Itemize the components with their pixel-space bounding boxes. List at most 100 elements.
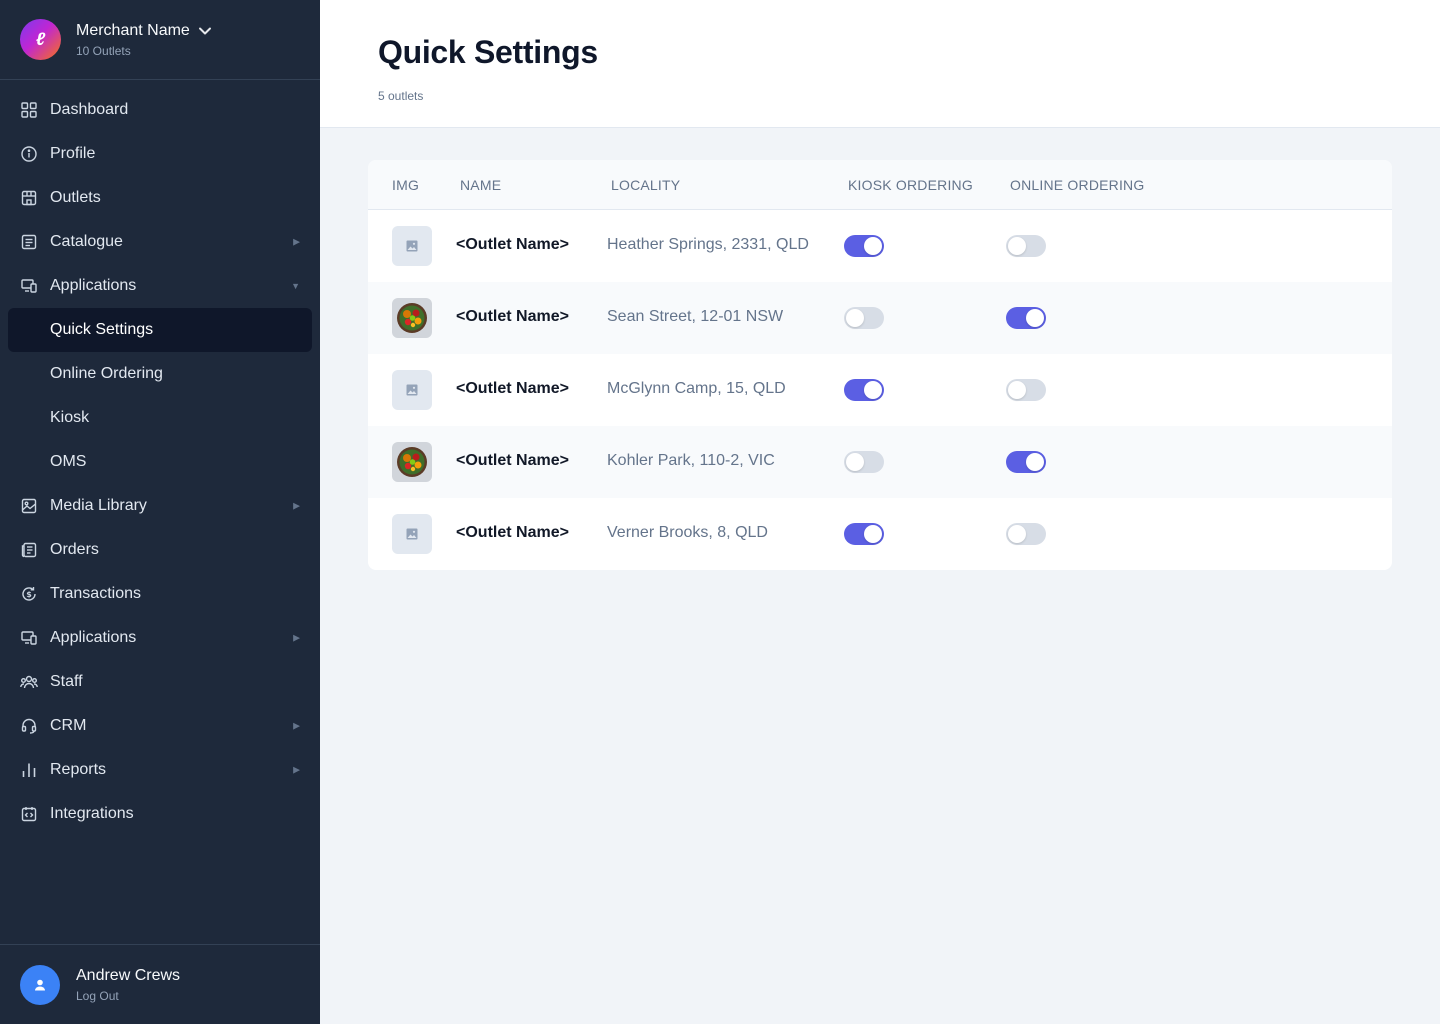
sidebar-subitem-kiosk[interactable]: Kiosk xyxy=(0,396,320,440)
kiosk-ordering-toggle[interactable] xyxy=(844,451,884,473)
sidebar-item-label: Media Library xyxy=(50,497,147,514)
user-icon xyxy=(35,979,45,990)
sidebar-item-media-library[interactable]: Media Library ▶ xyxy=(0,484,320,528)
table-row[interactable]: <Outlet Name> Sean Street, 12-01 NSW xyxy=(368,282,1392,354)
outlet-locality: Verner Brooks, 8, QLD xyxy=(607,524,768,541)
online-ordering-toggle[interactable] xyxy=(1006,523,1046,545)
code-box-icon xyxy=(20,805,38,823)
caret-right-icon: ▶ xyxy=(293,500,300,511)
sidebar-item-label: Staff xyxy=(50,673,83,690)
image-icon xyxy=(20,497,38,515)
outlet-name: <Outlet Name> xyxy=(456,452,569,469)
sidebar-item-catalogue[interactable]: Catalogue ▶ xyxy=(0,220,320,264)
outlet-locality: McGlynn Camp, 15, QLD xyxy=(607,380,786,397)
kiosk-ordering-toggle[interactable] xyxy=(844,379,884,401)
table-header: IMG NAME LOCALITY KIOSK ORDERING ONLINE … xyxy=(368,160,1392,210)
sidebar-item-label: Applications xyxy=(50,277,137,294)
page-header: Quick Settings 5 outlets xyxy=(320,0,1440,128)
sidebar-item-crm[interactable]: CRM ▶ xyxy=(0,704,320,748)
caret-down-icon: ▼ xyxy=(291,281,300,291)
sidebar-item-label: Outlets xyxy=(50,189,101,206)
sidebar: ℓ Merchant Name 10 Outlets Dashboard Pro… xyxy=(0,0,320,1024)
outlet-name: <Outlet Name> xyxy=(456,308,569,325)
sidebar-item-applications-2[interactable]: Applications ▶ xyxy=(0,616,320,660)
table-row[interactable]: <Outlet Name> Verner Brooks, 8, QLD xyxy=(368,498,1392,570)
online-ordering-toggle[interactable] xyxy=(1006,379,1046,401)
online-ordering-toggle[interactable] xyxy=(1006,307,1046,329)
sidebar-item-integrations[interactable]: Integrations xyxy=(0,792,320,836)
sidebar-item-label: Catalogue xyxy=(50,233,123,250)
sidebar-nav: Dashboard Profile Outlets Catalogue ▶ Ap… xyxy=(0,80,320,836)
sidebar-item-transactions[interactable]: $ Transactions xyxy=(0,572,320,616)
devices-icon xyxy=(20,277,38,295)
column-header-name: NAME xyxy=(460,177,502,193)
sidebar-item-staff[interactable]: Staff xyxy=(0,660,320,704)
sidebar-item-applications[interactable]: Applications ▼ xyxy=(0,264,320,308)
merchant-outlet-count: 10 Outlets xyxy=(76,43,131,58)
sidebar-item-reports[interactable]: Reports ▶ xyxy=(0,748,320,792)
receipt-icon xyxy=(20,541,38,559)
column-header-online-ordering: ONLINE ORDERING xyxy=(1010,177,1145,193)
caret-right-icon: ▶ xyxy=(293,764,300,775)
info-icon xyxy=(20,145,38,163)
kiosk-ordering-toggle[interactable] xyxy=(844,523,884,545)
sidebar-item-label: Orders xyxy=(50,541,99,558)
sidebar-item-label: Online Ordering xyxy=(50,365,163,382)
outlet-thumbnail xyxy=(392,442,432,482)
table-row[interactable]: <Outlet Name> Kohler Park, 110-2, VIC xyxy=(368,426,1392,498)
sidebar-subitem-oms[interactable]: OMS xyxy=(0,440,320,484)
caret-right-icon: ▶ xyxy=(293,236,300,247)
merchant-logo: ℓ xyxy=(20,19,61,60)
avatar[interactable] xyxy=(20,964,60,1005)
sidebar-subitem-quick-settings[interactable]: Quick Settings xyxy=(8,308,312,352)
online-ordering-toggle[interactable] xyxy=(1006,451,1046,473)
outlet-locality: Kohler Park, 110-2, VIC xyxy=(607,452,775,469)
caret-right-icon: ▶ xyxy=(293,720,300,731)
kiosk-ordering-toggle[interactable] xyxy=(844,307,884,329)
sidebar-item-label: Profile xyxy=(50,145,96,162)
sidebar-item-outlets[interactable]: Outlets xyxy=(0,176,320,220)
bar-chart-icon xyxy=(20,761,38,779)
sidebar-item-label: Dashboard xyxy=(50,101,129,118)
page-title: Quick Settings xyxy=(378,34,598,70)
column-header-img: IMG xyxy=(392,177,420,193)
outlet-locality: Heather Springs, 2331, QLD xyxy=(607,236,809,253)
users-icon xyxy=(20,673,38,691)
chevron-down-icon[interactable] xyxy=(198,24,212,38)
outlet-name: <Outlet Name> xyxy=(456,236,569,253)
caret-right-icon: ▶ xyxy=(293,632,300,643)
logout-link[interactable]: Log Out xyxy=(76,989,180,1003)
outlet-name: <Outlet Name> xyxy=(456,380,569,397)
image-placeholder-icon xyxy=(392,514,432,554)
sidebar-item-profile[interactable]: Profile xyxy=(0,132,320,176)
page-subtitle: 5 outlets xyxy=(378,89,424,103)
sidebar-item-label: CRM xyxy=(50,717,87,734)
outlet-locality: Sean Street, 12-01 NSW xyxy=(607,308,784,325)
sidebar-item-dashboard[interactable]: Dashboard xyxy=(0,88,320,132)
svg-text:$: $ xyxy=(26,590,32,599)
kiosk-ordering-toggle[interactable] xyxy=(844,235,884,257)
sidebar-subitem-online-ordering[interactable]: Online Ordering xyxy=(0,352,320,396)
online-ordering-toggle[interactable] xyxy=(1006,235,1046,257)
dollar-cycle-icon: $ xyxy=(20,585,38,603)
outlets-table: IMG NAME LOCALITY KIOSK ORDERING ONLINE … xyxy=(368,160,1392,570)
column-header-locality: LOCALITY xyxy=(611,177,681,193)
headset-icon xyxy=(20,717,38,735)
user-name: Andrew Crews xyxy=(76,966,181,984)
image-placeholder-icon xyxy=(392,226,432,266)
sidebar-item-orders[interactable]: Orders xyxy=(0,528,320,572)
sidebar-item-label: Quick Settings xyxy=(50,321,154,338)
table-body: <Outlet Name> Heather Springs, 2331, QLD <… xyxy=(368,210,1392,570)
list-icon xyxy=(20,233,38,251)
sidebar-item-label: Applications xyxy=(50,629,137,646)
table-row[interactable]: <Outlet Name> McGlynn Camp, 15, QLD xyxy=(368,354,1392,426)
sidebar-item-label: Integrations xyxy=(50,805,134,822)
column-header-kiosk-ordering: KIOSK ORDERING xyxy=(848,177,973,193)
table-row[interactable]: <Outlet Name> Heather Springs, 2331, QLD xyxy=(368,210,1392,282)
devices-icon xyxy=(20,629,38,647)
merchant-switcher[interactable]: ℓ Merchant Name 10 Outlets xyxy=(0,0,320,80)
sidebar-item-label: Kiosk xyxy=(50,409,90,426)
image-placeholder-icon xyxy=(392,370,432,410)
merchant-name: Merchant Name xyxy=(76,21,190,39)
grid-icon xyxy=(20,101,38,119)
